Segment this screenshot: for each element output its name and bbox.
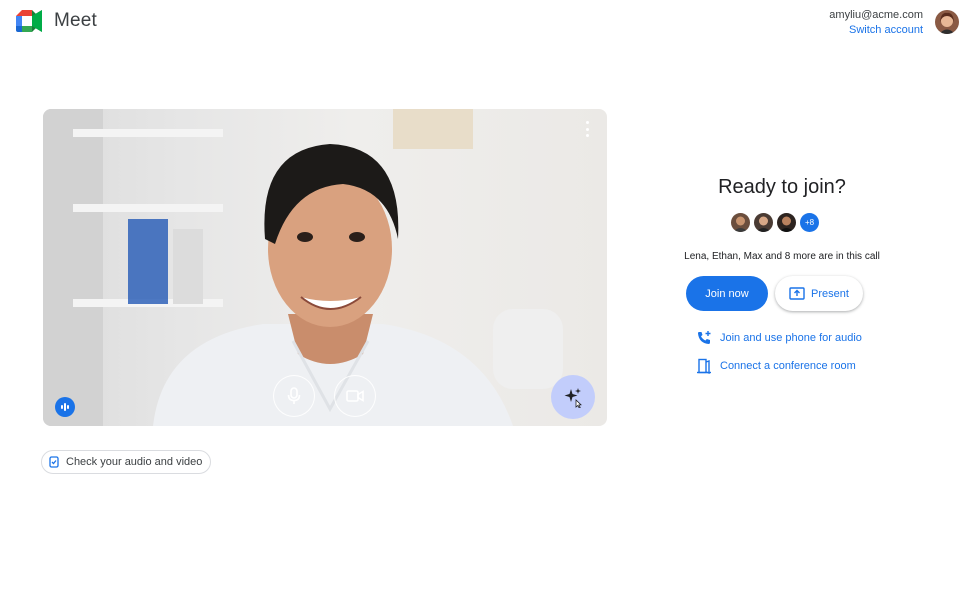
audio-level-indicator (55, 397, 75, 417)
ready-to-join-heading: Ready to join? (718, 176, 846, 198)
more-participants-badge: +8 (800, 213, 819, 232)
account-email: amyliu@acme.com (829, 9, 923, 21)
phone-add-icon (698, 331, 711, 344)
avatar-image (935, 10, 959, 34)
check-audio-video-label: Check your audio and video (66, 456, 203, 468)
connect-conference-room-link[interactable]: Connect a conference room (696, 358, 856, 374)
door-icon (697, 358, 711, 374)
visual-effects-button[interactable] (551, 375, 595, 419)
meet-logo-icon (16, 10, 42, 32)
app-name: Meet (54, 10, 98, 31)
participant-avatars: +8 (731, 213, 819, 232)
sparkle-icon (564, 388, 582, 408)
join-phone-audio-label: Join and use phone for audio (720, 332, 862, 344)
user-avatar[interactable] (935, 10, 959, 34)
camera-icon (346, 390, 364, 402)
dot (585, 134, 589, 137)
dot (585, 127, 589, 131)
check-audio-video-button[interactable]: Check your audio and video (41, 450, 212, 474)
microphone-toggle-button[interactable] (273, 375, 315, 417)
participant-avatar (777, 213, 796, 232)
camera-toggle-button[interactable] (334, 375, 376, 417)
camera-feed-image (43, 109, 563, 426)
switch-account-link[interactable]: Switch account (829, 23, 923, 38)
connect-conference-room-label: Connect a conference room (720, 360, 856, 372)
audio-bars-icon (61, 403, 69, 411)
dot (585, 121, 589, 124)
mic-icon (287, 387, 301, 404)
meet-logo[interactable]: Meet (16, 10, 97, 32)
audio-video-check-icon (49, 456, 59, 468)
in-call-participants-text: Lena, Ethan, Max and 8 more are in this … (684, 251, 880, 262)
participant-avatar (754, 213, 773, 232)
present-label: Present (811, 287, 849, 300)
present-button[interactable]: Present (775, 276, 863, 311)
join-now-button[interactable]: Join now (686, 276, 768, 311)
participant-avatar (731, 213, 750, 232)
join-phone-audio-link[interactable]: Join and use phone for audio (696, 330, 862, 346)
present-screen-icon (789, 287, 805, 300)
account-info: amyliu@acme.com Switch account (829, 8, 923, 38)
more-options-button[interactable] (581, 121, 593, 137)
video-preview (43, 109, 607, 426)
